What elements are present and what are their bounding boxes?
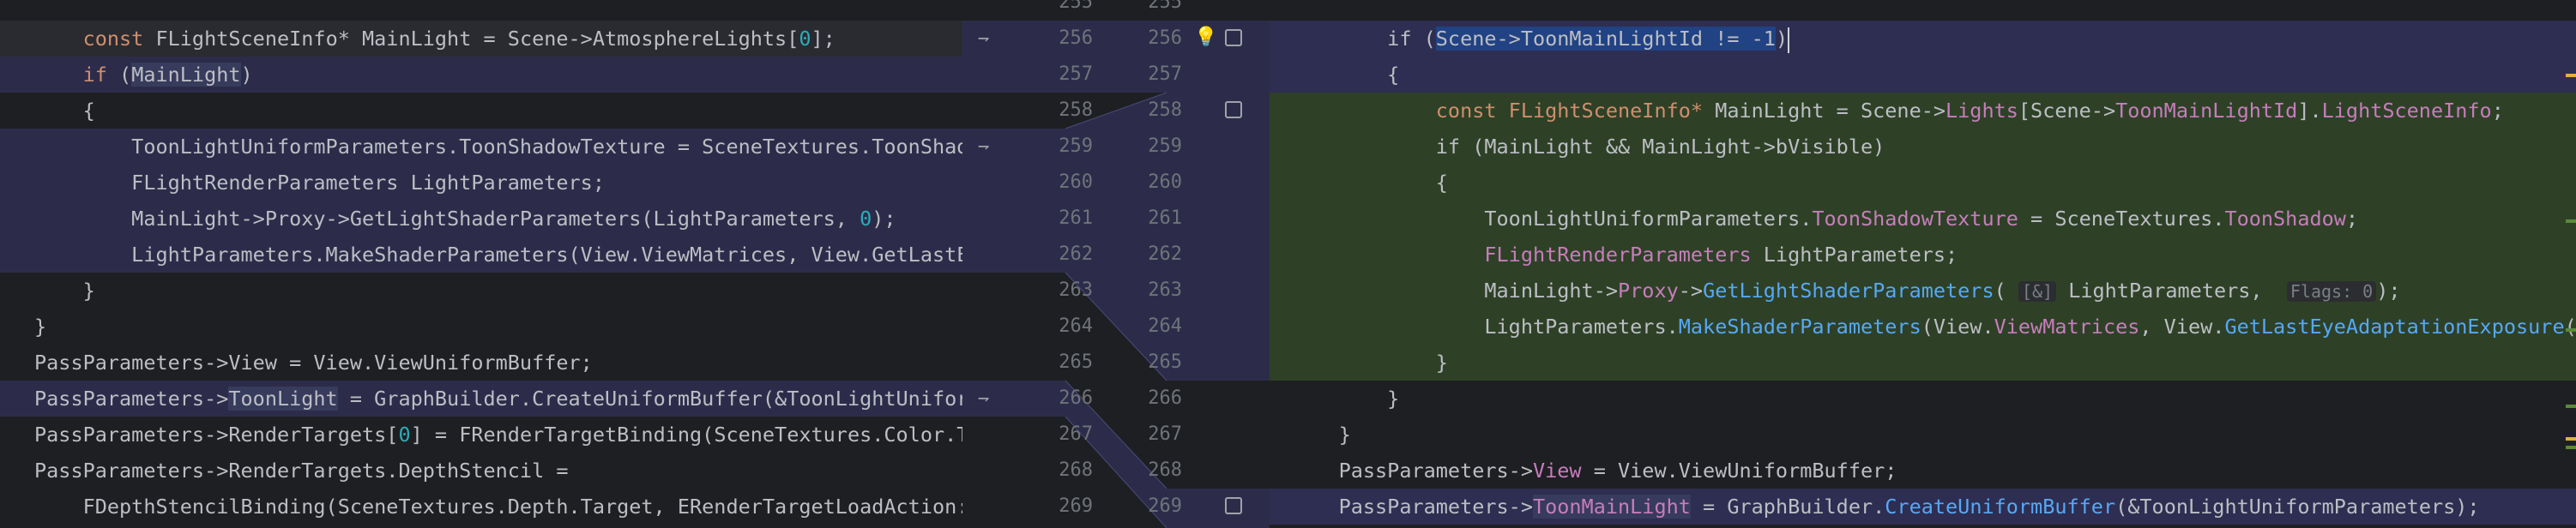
code-line-257-left[interactable]: if (MainLight) [0,57,962,93]
code-line-263-left[interactable]: } [0,273,962,309]
connector-block-1 [962,21,1270,93]
line-number: 268 [1148,459,1182,481]
code-line-263-right[interactable]: MainLight->Proxy->GetLightShaderParamete… [1270,273,2576,309]
inlay-hint: Flags: 0 [2286,281,2377,302]
code-line-268-left[interactable]: PassParameters->RenderTargets.DepthStenc… [0,453,962,489]
code-line-265-left[interactable]: PassParameters->View = View.ViewUniformB… [0,345,962,381]
right-editor-pane[interactable]: if (Scene->ToonMainLightId != -1) { cons… [1270,0,2576,528]
line-number: 261 [1059,207,1093,229]
diff-connectors [962,21,1270,528]
lightbulb-icon[interactable]: 💡 [1194,27,1217,48]
diff-viewer: const FLightSceneInfo* MainLight = Scene… [0,0,2576,528]
code-line-256-right[interactable]: if (Scene->ToonMainLightId != -1) [1270,21,2576,57]
scroll-marker[interactable] [2566,437,2576,441]
line-number: 265 [1148,351,1182,373]
line-number: 262 [1059,243,1093,265]
code-line-259-right[interactable]: if (MainLight && MainLight->bVisible) [1270,129,2576,165]
code-line-256-left[interactable]: const FLightSceneInfo* MainLight = Scene… [0,21,962,57]
line-number: 266 [1059,387,1093,409]
line-number: 267 [1148,423,1182,445]
code-line-261-left[interactable]: MainLight->Proxy->GetLightShaderParamete… [0,201,962,237]
literal-0: 0 [799,27,811,51]
line-number: 257 [1059,63,1093,85]
scroll-marker[interactable] [2566,328,2576,332]
code-line-260-left[interactable]: FLightRenderParameters LightParameters; [0,165,962,201]
line-number: 264 [1148,315,1182,337]
line-number: 258 [1059,99,1093,121]
code-line-269-right[interactable]: PassParameters->ToonMainLight = GraphBui… [1270,489,2576,525]
checkbox-icon[interactable] [1225,29,1242,46]
diff-gutter: 255 256 257 258 259 260 261 262 263 264 … [962,0,1270,528]
code-line-258-right[interactable]: const FLightSceneInfo* MainLight = Scene… [1270,93,2576,129]
line-number: 263 [1059,279,1093,301]
code-line-259-left[interactable]: ToonLightUniformParameters.ToonShadowTex… [0,129,962,165]
code-line-264-right[interactable]: LightParameters.MakeShaderParameters(Vie… [1270,309,2576,345]
scroll-marker[interactable] [2566,74,2576,77]
line-number: 265 [1059,351,1093,373]
apply-change-icon[interactable]: ⇁ [978,136,998,157]
code-line-265-right[interactable]: } [1270,345,2576,381]
line-number: 255 [1148,0,1182,13]
line-number: 256 [1148,27,1182,49]
connector-block-3 [962,381,1270,528]
text-caret [1788,27,1790,53]
scroll-marker[interactable] [2566,405,2576,408]
line-number: 263 [1148,279,1182,301]
code-line-266-left[interactable]: PassParameters->ToonLight = GraphBuilder… [0,381,962,417]
ref-toonlight: ToonLight [228,387,338,411]
code-line-268-right[interactable]: PassParameters->View = View.ViewUniformB… [1270,453,2576,489]
left-editor-pane[interactable]: const FLightSceneInfo* MainLight = Scene… [0,0,962,528]
line-number: 257 [1148,63,1182,85]
apply-change-icon[interactable]: ⇁ [978,388,998,409]
keyword-if: if [82,63,107,87]
keyword-const: const FLightSceneInfo* [1290,99,1716,123]
literal-0: 0 [860,207,872,231]
line-number: 267 [1059,423,1093,445]
line-number: 258 [1148,99,1182,121]
line-text [34,27,83,51]
line-number: 261 [1148,207,1182,229]
code-line-266-right[interactable]: } [1270,381,2576,417]
code-line-261-right[interactable]: ToonLightUniformParameters.ToonShadowTex… [1270,201,2576,237]
line-number: 262 [1148,243,1182,265]
apply-change-icon[interactable]: ⇁ [978,28,998,49]
scroll-marker[interactable] [2566,219,2576,223]
code-line-269-left[interactable]: FDepthStencilBinding(SceneTextures.Depth… [0,489,962,525]
code-line-260-right[interactable]: { [1270,165,2576,201]
keyword-const: const [82,27,144,51]
line-number: 259 [1059,135,1093,157]
line-number: 256 [1059,27,1093,49]
literal-0: 0 [398,423,411,447]
line-number: 264 [1059,315,1093,337]
ref-toonmainlight: ToonMainLight [1532,495,1691,519]
line-number: 255 [1059,0,1093,13]
line-number: 269 [1059,495,1093,517]
inlay-hint: [&] [2018,281,2057,302]
code-line-267-left[interactable]: PassParameters->RenderTargets[0] = FRend… [0,417,962,453]
selected-condition: Scene->ToonMainLightId != -1 [1435,27,1776,51]
checkbox-icon[interactable] [1225,497,1242,514]
checkbox-icon[interactable] [1225,101,1242,118]
code-line-264-left[interactable]: } [0,309,962,345]
code-line-257-right[interactable]: { [1270,57,2576,93]
scroll-marker[interactable] [2566,446,2576,449]
line-number: 269 [1148,495,1182,517]
line-number: 268 [1059,459,1093,481]
line-number: 260 [1059,171,1093,193]
code-line-262-right[interactable]: FLightRenderParameters LightParameters; [1270,237,2576,273]
ref-mainlight: MainLight [131,63,241,87]
line-number: 260 [1148,171,1182,193]
connector-block-2 [962,93,1270,381]
code-line-267-right[interactable]: } [1270,417,2576,453]
line-number: 266 [1148,387,1182,409]
code-line-258-left[interactable]: { [0,93,962,129]
code-line-262-left[interactable]: LightParameters.MakeShaderParameters(Vie… [0,237,962,273]
line-number: 259 [1148,135,1182,157]
